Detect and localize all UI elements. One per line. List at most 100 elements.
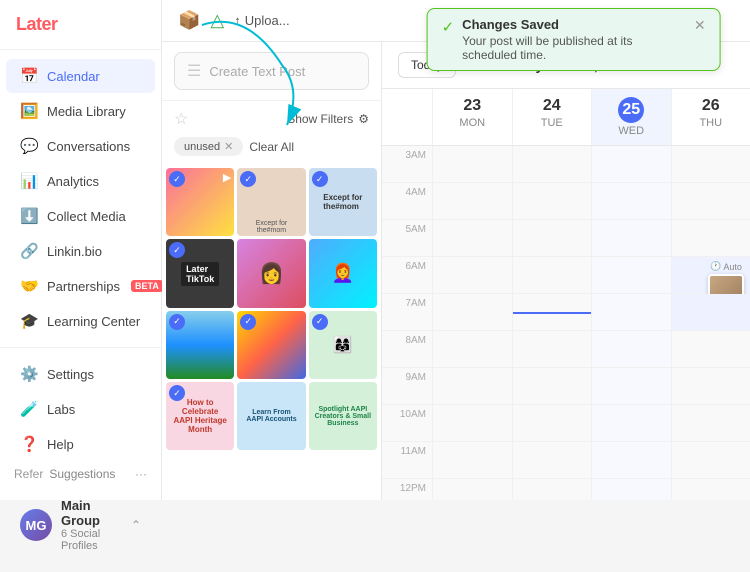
time-cell-today[interactable] — [591, 220, 671, 256]
sidebar-item-collect-media[interactable]: ⬇️ Collect Media — [6, 199, 155, 233]
time-cell[interactable] — [432, 183, 512, 219]
time-cell[interactable] — [432, 146, 512, 182]
play-icon: ▶ — [223, 171, 231, 184]
day-name: WED — [618, 125, 644, 137]
upload-icons: 📦 △ ↑ Uploa... — [178, 10, 290, 31]
list-item[interactable]: ✓ — [237, 311, 305, 379]
time-cell-highlight[interactable]: 🕐 Auto — [671, 257, 750, 293]
time-cell[interactable] — [512, 220, 592, 256]
sidebar-item-labs[interactable]: 🧪 Labs — [6, 392, 155, 426]
settings-icon: ⚙️ — [20, 365, 38, 383]
time-cell[interactable] — [432, 479, 512, 500]
time-cell[interactable] — [512, 294, 592, 330]
time-row-11am: 11AM — [382, 442, 750, 479]
filter-row: ☆ Show Filters ⚙ — [162, 101, 381, 137]
time-cell[interactable] — [512, 405, 592, 441]
sidebar-item-label: Calendar — [47, 69, 100, 84]
list-item[interactable]: Spotlight AAPICreators & SmallBusiness — [309, 382, 377, 450]
time-cell[interactable] — [512, 183, 592, 219]
close-icon[interactable]: ✕ — [694, 17, 706, 34]
list-item[interactable]: Learn FromAAPI Accounts — [237, 382, 305, 450]
time-cell[interactable] — [671, 442, 750, 478]
time-cell[interactable] — [432, 405, 512, 441]
time-cell[interactable] — [512, 368, 592, 404]
time-cell-today[interactable] — [591, 442, 671, 478]
time-label: 8AM — [382, 331, 432, 367]
account-switcher[interactable]: MG Main Group 6 Social Profiles ⌃ — [6, 490, 155, 560]
time-grid: 3AM 4AM 5AM — [382, 146, 750, 500]
time-cell-today[interactable] — [591, 183, 671, 219]
sidebar-item-settings[interactable]: ⚙️ Settings — [6, 357, 155, 391]
day-headers: 23 MON 24 TUE 25 WED 26 THU — [382, 89, 750, 146]
sidebar-item-help[interactable]: ❓ Help — [6, 427, 155, 461]
time-cell-today[interactable] — [591, 294, 671, 330]
create-text-post-button[interactable]: ☰ Create Text Post — [174, 52, 369, 90]
list-item[interactable]: ✓ ▶ — [166, 168, 234, 236]
time-cell[interactable] — [512, 442, 592, 478]
clock-icon: 🕐 — [710, 261, 721, 272]
time-cell[interactable] — [432, 220, 512, 256]
list-item[interactable]: ✓ — [166, 311, 234, 379]
time-cell[interactable] — [671, 146, 750, 182]
list-item[interactable]: ✓ Except forthe#mom — [309, 168, 377, 236]
list-item[interactable]: ✓ LaterTikTok — [166, 239, 234, 307]
sidebar-item-linkin-bio[interactable]: 🔗 Linkin.bio — [6, 234, 155, 268]
upload-button[interactable]: ↑ Uploa... — [234, 13, 289, 28]
time-cell[interactable] — [432, 442, 512, 478]
time-cell-today[interactable] — [591, 405, 671, 441]
gdrive-icon[interactable]: △ — [210, 10, 224, 31]
time-label: 6AM — [382, 257, 432, 293]
sidebar-item-media-library[interactable]: 🖼️ Media Library — [6, 94, 155, 128]
tag-chip-unused[interactable]: unused ✕ — [174, 137, 243, 156]
time-cell-highlight[interactable] — [671, 294, 750, 330]
account-sub: 6 Social Profiles — [61, 528, 122, 552]
clear-all-button[interactable]: Clear All — [249, 140, 294, 154]
time-cell[interactable] — [432, 294, 512, 330]
sidebar-item-partnerships[interactable]: 🤝 Partnerships BETA — [6, 269, 155, 303]
calendar-panel: Today ‹ › May 23 – 29, 2022 23 MON 24 TU… — [382, 42, 750, 500]
star-icon[interactable]: ☆ — [174, 109, 188, 129]
time-cell-today[interactable] — [591, 479, 671, 500]
sidebar-item-label: Help — [47, 437, 74, 452]
day-header-mon: 23 MON — [432, 89, 512, 145]
time-cell[interactable] — [671, 405, 750, 441]
list-item[interactable]: ✓ Except forthe#mom — [237, 168, 305, 236]
list-item[interactable]: How to CelebrateAAPI HeritageMonth ✓ — [166, 382, 234, 450]
refer-row: Refer Suggestions ··· — [0, 462, 161, 486]
time-cell[interactable] — [432, 368, 512, 404]
time-cell[interactable] — [432, 257, 512, 293]
time-cell[interactable] — [512, 331, 592, 367]
list-item[interactable]: 👩‍🦰 — [309, 239, 377, 307]
list-item[interactable]: 👩 — [237, 239, 305, 307]
show-filters-button[interactable]: Show Filters ⚙ — [287, 112, 369, 126]
show-filters-label: Show Filters — [287, 112, 353, 126]
day-name: THU — [699, 117, 722, 129]
time-cell-today[interactable] — [591, 146, 671, 182]
time-cell-today[interactable] — [591, 257, 671, 293]
time-cell[interactable] — [671, 331, 750, 367]
more-options-icon[interactable]: ··· — [135, 467, 147, 481]
time-cell-today[interactable] — [591, 331, 671, 367]
avatar: MG — [20, 509, 52, 541]
sidebar-item-analytics[interactable]: 📊 Analytics — [6, 164, 155, 198]
analytics-icon: 📊 — [20, 172, 38, 190]
sidebar-item-learning-center[interactable]: 🎓 Learning Center — [6, 304, 155, 338]
media-grid: ✓ ▶ ✓ Except forthe#mom ✓ Except forthe#… — [162, 164, 381, 500]
time-cell[interactable] — [671, 479, 750, 500]
remove-tag-icon[interactable]: ✕ — [224, 140, 233, 153]
time-cell[interactable] — [671, 220, 750, 256]
dropbox-icon[interactable]: 📦 — [178, 10, 200, 31]
auto-text: Auto — [723, 262, 742, 272]
time-cell[interactable] — [512, 146, 592, 182]
sidebar-item-calendar[interactable]: 📅 Calendar — [6, 59, 155, 93]
time-row-9am: 9AM — [382, 368, 750, 405]
list-item[interactable]: ✓ 👩‍👩‍👧 — [309, 311, 377, 379]
time-cell[interactable] — [512, 257, 592, 293]
time-cell[interactable] — [671, 368, 750, 404]
app-logo: Later — [16, 14, 58, 35]
time-cell[interactable] — [671, 183, 750, 219]
sidebar-item-conversations[interactable]: 💬 Conversations — [6, 129, 155, 163]
time-cell-today[interactable] — [591, 368, 671, 404]
time-cell[interactable] — [432, 331, 512, 367]
time-cell[interactable] — [512, 479, 592, 500]
